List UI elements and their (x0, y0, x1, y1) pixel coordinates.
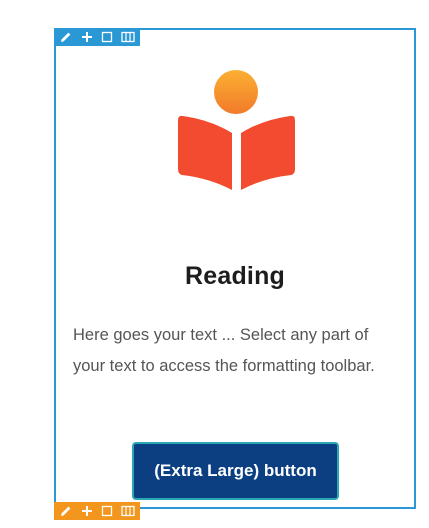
section-heading[interactable]: Reading (56, 262, 414, 291)
square-icon[interactable] (99, 503, 117, 519)
reading-icon (176, 70, 297, 191)
plus-icon[interactable] (78, 29, 96, 45)
extra-large-button[interactable]: (Extra Large) button (132, 442, 339, 500)
section-body-text[interactable]: Here goes your text ... Select any part … (73, 320, 403, 382)
pencil-icon[interactable] (57, 29, 75, 45)
plus-icon[interactable] (78, 503, 96, 519)
columns-icon[interactable] (119, 29, 137, 45)
columns-icon[interactable] (119, 503, 137, 519)
block-toolbar (54, 502, 140, 520)
editor-canvas: Reading Here goes your text ... Select a… (0, 0, 429, 528)
pencil-icon[interactable] (57, 503, 75, 519)
section-toolbar (54, 28, 140, 46)
square-icon[interactable] (99, 29, 117, 45)
